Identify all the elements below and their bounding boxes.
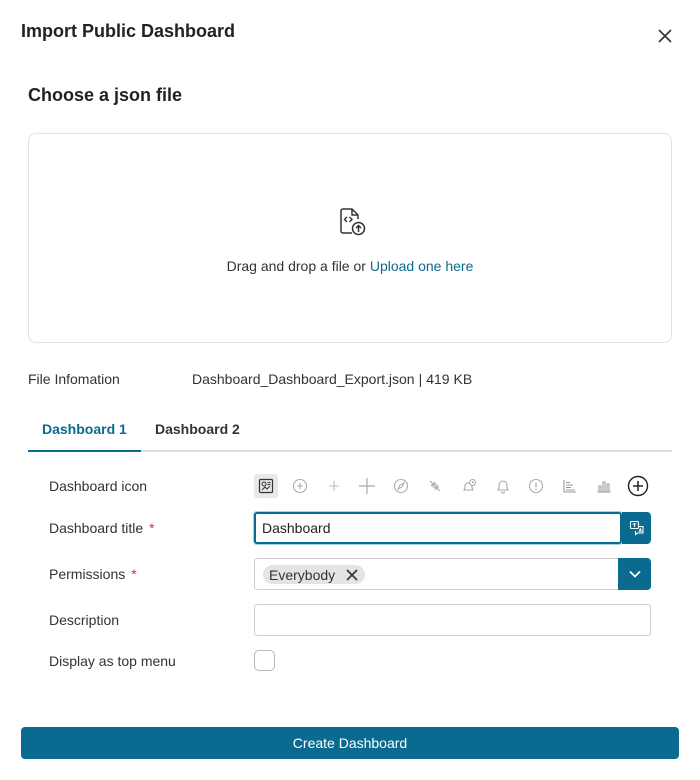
- permission-chip-label: Everybody: [269, 566, 336, 583]
- close-icon: [346, 568, 358, 581]
- file-info-value: Dashboard_Dashboard_Export.json | 419 KB: [192, 371, 472, 387]
- bell-icon: [496, 480, 509, 494]
- tab-dashboard-2[interactable]: Dashboard 2: [155, 421, 240, 437]
- import-dashboard-dialog: Import Public Dashboard Choose a json fi…: [0, 0, 700, 780]
- drop-text: Drag and drop a file or: [226, 258, 370, 274]
- remove-chip-button[interactable]: [345, 568, 359, 582]
- icon-option-plus[interactable]: [355, 474, 379, 498]
- chevron-down-icon: [628, 570, 641, 578]
- top-menu-checkbox[interactable]: [254, 650, 275, 671]
- active-tab-indicator: [28, 450, 141, 452]
- icon-option-bell-clock[interactable]: [457, 474, 481, 498]
- required-marker: *: [131, 566, 137, 582]
- icon-option-bell[interactable]: [491, 474, 515, 498]
- bell-clock-icon: [462, 479, 476, 491]
- top-menu-label: Display as top menu: [49, 653, 176, 669]
- permissions-label-text: Permissions: [49, 566, 126, 582]
- required-marker: *: [149, 520, 155, 536]
- icon-option-compass[interactable]: [389, 474, 413, 498]
- dashboard-tabs: Dashboard 1 Dashboard 2: [28, 405, 672, 452]
- close-button[interactable]: [654, 25, 676, 47]
- file-info-separator: |: [418, 371, 423, 387]
- dashboard-icon-picker: [254, 474, 660, 498]
- permissions-select[interactable]: Everybody: [254, 558, 619, 590]
- upload-section-title: Choose a json file: [28, 85, 183, 105]
- drop-instructions: Drag and drop a file or Upload one here: [29, 258, 671, 274]
- icon-option-dashboard[interactable]: [254, 474, 278, 498]
- upload-link[interactable]: Upload one here: [370, 258, 474, 274]
- icon-option-satellite[interactable]: [423, 474, 447, 498]
- icon-option-circle-plus[interactable]: [288, 474, 312, 498]
- dashboard-title-label-text: Dashboard title: [49, 520, 144, 536]
- tab-dashboard-1[interactable]: Dashboard 1: [42, 421, 127, 437]
- permissions-dropdown-button[interactable]: [618, 558, 651, 590]
- satellite-icon: [429, 480, 441, 492]
- icon-option-alert[interactable]: [524, 474, 548, 498]
- translate-icon: [629, 520, 644, 536]
- icon-option-add-more[interactable]: [626, 474, 650, 498]
- permissions-label: Permissions *: [49, 566, 137, 582]
- plus-icon: [359, 478, 376, 494]
- dashboard-icon-label: Dashboard icon: [49, 478, 148, 494]
- dashboard-title-input[interactable]: [254, 512, 622, 544]
- close-icon: [658, 29, 672, 43]
- alert-circle-icon: [529, 478, 544, 494]
- bar-chart-horizontal-icon: [563, 480, 577, 493]
- icon-option-plus-small[interactable]: [322, 474, 346, 498]
- plus-small-icon: [328, 481, 339, 491]
- create-dashboard-button[interactable]: Create Dashboard: [21, 727, 679, 759]
- file-size: 419 KB: [426, 371, 473, 387]
- file-info-label: File Infomation: [28, 371, 120, 387]
- icon-option-bar-horizontal[interactable]: [558, 474, 582, 498]
- add-circle-icon: [627, 475, 648, 497]
- file-dropzone[interactable]: Drag and drop a file or Upload one here: [28, 133, 672, 343]
- dialog-title: Import Public Dashboard: [21, 21, 236, 41]
- bar-chart-icon: [597, 481, 611, 493]
- file-upload-icon: [340, 208, 366, 236]
- file-name: Dashboard_Dashboard_Export.json: [192, 371, 415, 387]
- icon-option-bar[interactable]: [592, 474, 616, 498]
- description-input[interactable]: [254, 604, 651, 636]
- permission-chip: Everybody: [263, 565, 366, 584]
- description-label: Description: [49, 612, 120, 628]
- dashboard-title-label: Dashboard title *: [49, 520, 155, 536]
- translate-button[interactable]: [622, 512, 651, 544]
- circle-plus-icon: [292, 478, 307, 494]
- compass-icon: [394, 478, 409, 494]
- dashboard-icon: [258, 478, 274, 494]
